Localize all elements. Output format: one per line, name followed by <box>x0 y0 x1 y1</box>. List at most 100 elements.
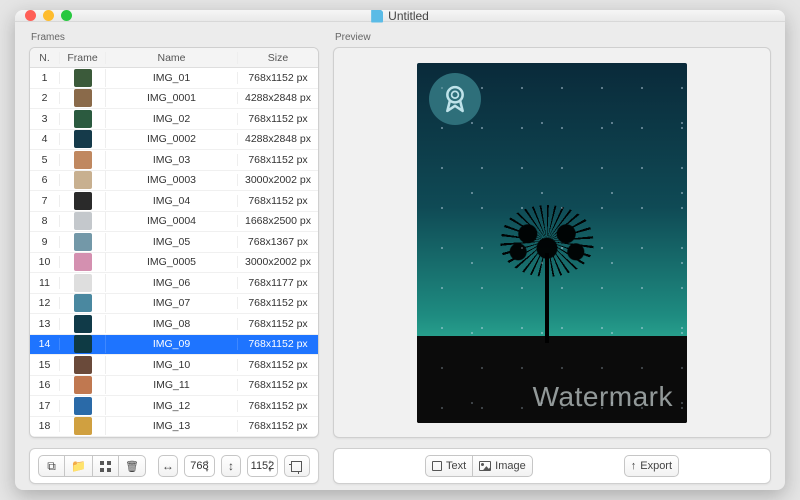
preview-image[interactable]: Watermark <box>417 63 687 423</box>
width-field[interactable]: 768 ▴▾ <box>184 455 215 477</box>
cell-size: 4288x2848 px <box>238 133 318 145</box>
open-folder-button[interactable]: 📁 <box>64 455 92 477</box>
cell-num: 13 <box>30 318 60 330</box>
grid-icon <box>100 461 111 472</box>
thumbnail <box>74 110 92 128</box>
thumbnail <box>74 151 92 169</box>
col-name[interactable]: Name <box>106 52 238 64</box>
table-row[interactable]: 3IMG_02768x1152 px <box>30 109 318 130</box>
table-row[interactable]: 9IMG_05768x1367 px <box>30 232 318 253</box>
table-row[interactable]: 13IMG_08768x1152 px <box>30 314 318 335</box>
table-row[interactable]: 2IMG_00014288x2848 px <box>30 89 318 110</box>
app-window: Untitled Frames N. Frame Name Size 1 IMG_… <box>15 10 785 490</box>
trash-icon <box>125 460 139 473</box>
export-icon <box>631 460 637 472</box>
table-row[interactable]: 6 IMG_00033000x2002 px <box>30 171 318 192</box>
image-watermark-button[interactable]: Image <box>472 455 533 477</box>
cell-num: 1 <box>30 72 60 84</box>
cell-thumb <box>60 233 106 251</box>
cell-name: IMG_03 <box>106 154 238 166</box>
cell-name: IMG_0002 <box>106 133 238 145</box>
table-row[interactable]: 5IMG_03768x1152 px <box>30 150 318 171</box>
table-row[interactable]: 14IMG_09768x1152 px <box>30 335 318 356</box>
cell-thumb <box>60 274 106 292</box>
cell-num: 6 <box>30 174 60 186</box>
cell-name: IMG_02 <box>106 113 238 125</box>
thumbnail <box>74 89 92 107</box>
crop-icon <box>291 461 302 472</box>
cell-thumb <box>60 89 106 107</box>
cell-thumb <box>60 335 106 353</box>
export-button[interactable]: Export <box>624 455 679 477</box>
minimize-icon[interactable] <box>43 10 54 21</box>
height-field[interactable]: 1152 ▴▾ <box>247 455 278 477</box>
table-row[interactable]: 18IMG_13768x1152 px <box>30 417 318 438</box>
folder-icon: 📁 <box>71 460 86 472</box>
thumbnail <box>74 315 92 333</box>
h-arrow-icon <box>162 460 174 472</box>
cell-size: 768x1152 px <box>238 338 318 350</box>
cell-num: 5 <box>30 154 60 166</box>
cell-num: 4 <box>30 133 60 145</box>
crop-button[interactable] <box>284 455 310 477</box>
cell-num: 8 <box>30 215 60 227</box>
table-row[interactable]: 12IMG_07768x1152 px <box>30 294 318 315</box>
close-icon[interactable] <box>25 10 36 21</box>
thumbnail <box>74 356 92 374</box>
cell-size: 3000x2002 px <box>238 174 318 186</box>
cell-name: IMG_10 <box>106 359 238 371</box>
width-lock-button[interactable] <box>158 455 178 477</box>
image-button-label: Image <box>495 460 526 472</box>
cell-num: 11 <box>30 277 60 289</box>
frames-label: Frames <box>29 32 319 43</box>
col-frame[interactable]: Frame <box>60 52 106 64</box>
document-icon <box>371 10 383 23</box>
window-title-text: Untitled <box>388 10 429 23</box>
table-row[interactable]: 16IMG_11768x1152 px <box>30 376 318 397</box>
cell-thumb <box>60 397 106 415</box>
cell-name: IMG_0004 <box>106 215 238 227</box>
table-row[interactable]: 1IMG_01768x1152 px <box>30 68 318 89</box>
cell-name: IMG_0003 <box>106 174 238 186</box>
col-num[interactable]: N. <box>30 52 60 64</box>
cell-size: 4288x2848 px <box>238 92 318 104</box>
cell-thumb <box>60 69 106 87</box>
col-size[interactable]: Size <box>238 52 318 64</box>
maximize-icon[interactable] <box>61 10 72 21</box>
table-row[interactable]: 7IMG_04768x1152 px <box>30 191 318 212</box>
cell-thumb <box>60 315 106 333</box>
height-lock-button[interactable] <box>221 455 241 477</box>
width-stepper[interactable]: ▴▾ <box>201 457 213 475</box>
thumbnail <box>74 212 92 230</box>
cell-name: IMG_01 <box>106 72 238 84</box>
cell-name: IMG_04 <box>106 195 238 207</box>
table-body[interactable]: 1IMG_01768x1152 px2IMG_00014288x2848 px3… <box>30 68 318 437</box>
table-row[interactable]: 8IMG_00041668x2500 px <box>30 212 318 233</box>
cell-thumb <box>60 376 106 394</box>
cell-size: 768x1152 px <box>238 113 318 125</box>
thumbnail <box>74 130 92 148</box>
height-stepper[interactable]: ▴▾ <box>264 457 276 475</box>
cell-num: 16 <box>30 379 60 391</box>
table-row[interactable]: 10IMG_00053000x2002 px <box>30 253 318 274</box>
cell-size: 768x1152 px <box>238 420 318 432</box>
duplicate-icon <box>47 460 56 472</box>
watermark-text[interactable]: Watermark <box>533 381 673 413</box>
thumbnail <box>74 274 92 292</box>
table-row[interactable]: 4 IMG_00024288x2848 px <box>30 130 318 151</box>
text-watermark-button[interactable]: Text <box>425 455 472 477</box>
cell-name: IMG_11 <box>106 379 238 391</box>
cell-name: IMG_12 <box>106 400 238 412</box>
delete-button[interactable] <box>118 455 146 477</box>
preview-toolbar: Text Image Export <box>333 448 771 484</box>
grid-view-button[interactable] <box>92 455 118 477</box>
thumbnail <box>74 417 92 435</box>
watermark-badge[interactable] <box>429 73 481 125</box>
window-controls <box>25 10 72 21</box>
cell-size: 768x1367 px <box>238 236 318 248</box>
table-row[interactable]: 15IMG_10768x1152 px <box>30 355 318 376</box>
table-row[interactable]: 11IMG_06768x1177 px <box>30 273 318 294</box>
cell-size: 768x1152 px <box>238 318 318 330</box>
duplicate-button[interactable] <box>38 455 64 477</box>
table-row[interactable]: 17IMG_12768x1152 px <box>30 396 318 417</box>
